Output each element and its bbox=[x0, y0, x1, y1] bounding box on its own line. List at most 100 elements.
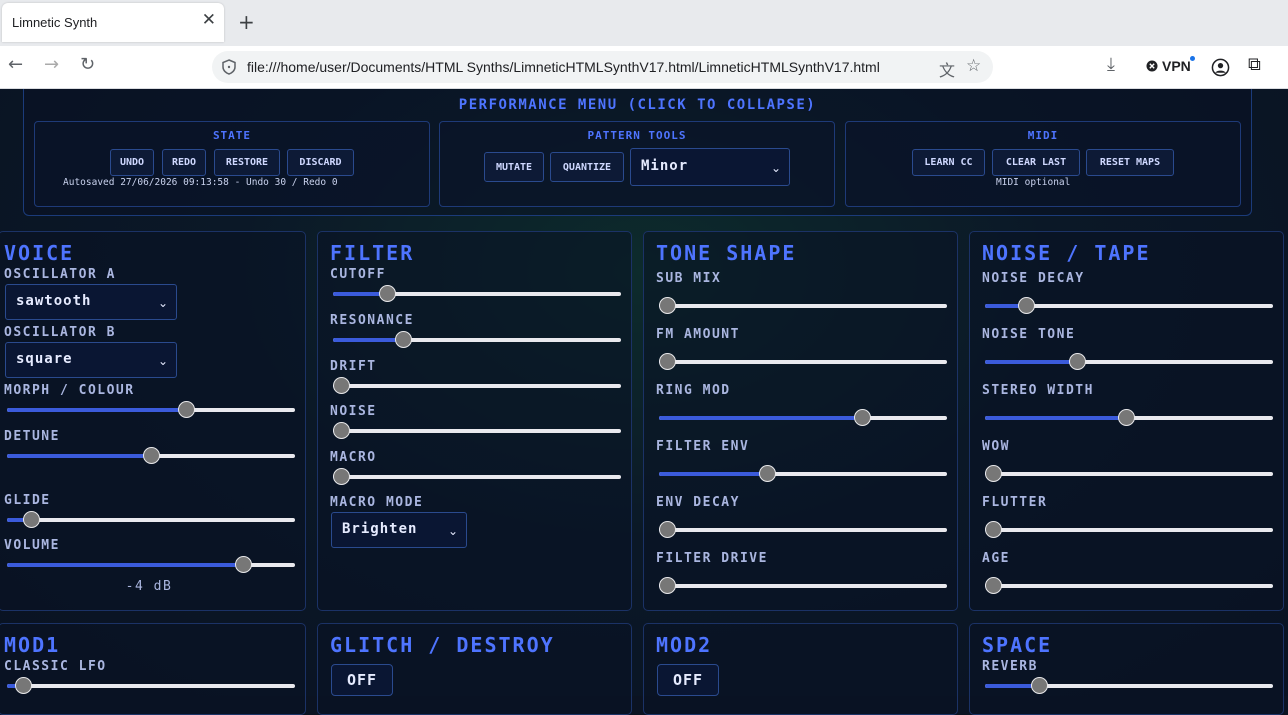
slider-thumb[interactable] bbox=[1069, 353, 1086, 370]
flutter-slider[interactable] bbox=[985, 520, 1273, 540]
discard-button[interactable]: DISCARD bbox=[287, 149, 354, 176]
slider-thumb[interactable] bbox=[759, 465, 777, 482]
slider-thumb[interactable] bbox=[333, 422, 350, 439]
slider-track bbox=[333, 475, 621, 479]
vpn-button[interactable]: VPN bbox=[1162, 58, 1191, 74]
osc-a-value: sawtooth bbox=[16, 293, 92, 309]
slider-thumb[interactable] bbox=[333, 377, 350, 394]
learn-cc-button[interactable]: LEARN CC bbox=[912, 149, 985, 176]
slider-thumb[interactable] bbox=[854, 409, 872, 426]
glitch-toggle-button[interactable]: OFF bbox=[331, 664, 393, 696]
volume-slider[interactable] bbox=[7, 555, 295, 575]
slider-thumb[interactable] bbox=[659, 521, 676, 538]
slider-label: DETUNE bbox=[4, 429, 60, 444]
site-info-icon[interactable] bbox=[221, 59, 237, 75]
slider-thumb[interactable] bbox=[659, 297, 676, 314]
noise-slider[interactable] bbox=[333, 421, 621, 441]
close-icon[interactable]: ✕ bbox=[202, 12, 216, 29]
stereo-width-slider[interactable] bbox=[985, 408, 1273, 428]
slider-label: NOISE DECAY bbox=[982, 271, 1085, 286]
reload-icon[interactable]: ↻ bbox=[80, 56, 95, 74]
slider-label: MORPH / COLOUR bbox=[4, 383, 135, 398]
slider-thumb[interactable] bbox=[1017, 297, 1035, 314]
resonance-slider[interactable] bbox=[333, 330, 621, 350]
quantize-button[interactable]: QUANTIZE bbox=[550, 152, 624, 182]
vpn-icon[interactable] bbox=[1146, 60, 1158, 72]
reset-maps-button[interactable]: RESET MAPS bbox=[1086, 149, 1174, 176]
slider-track bbox=[985, 472, 1273, 476]
reverb-slider[interactable] bbox=[985, 676, 1273, 696]
chevron-down-icon: ⌄ bbox=[157, 296, 168, 310]
slider-thumb[interactable] bbox=[234, 556, 252, 573]
address-bar[interactable]: file:///home/user/Documents/HTML Synths/… bbox=[212, 51, 993, 83]
age-slider[interactable] bbox=[985, 576, 1273, 596]
drift-slider[interactable] bbox=[333, 376, 621, 396]
slider-track bbox=[659, 360, 947, 364]
macro-mode-value: Brighten bbox=[342, 521, 418, 537]
browser-tab[interactable]: Limnetic Synth ✕ bbox=[2, 3, 224, 42]
synth-app: PERFORMANCE MENU (CLICK TO COLLAPSE) STA… bbox=[0, 89, 1288, 715]
macro-mode-select[interactable]: Brighten ⌄ bbox=[331, 512, 467, 548]
noise-tape-title: NOISE / TAPE bbox=[982, 241, 1151, 265]
sub-mix-slider[interactable] bbox=[659, 296, 947, 316]
slider-thumb[interactable] bbox=[333, 468, 350, 485]
slider-track bbox=[7, 518, 295, 522]
ring-mod-slider[interactable] bbox=[659, 408, 947, 428]
slider-thumb[interactable] bbox=[985, 521, 1002, 538]
env-decay-slider[interactable] bbox=[659, 520, 947, 540]
wow-slider[interactable] bbox=[985, 464, 1273, 484]
osc-a-select[interactable]: sawtooth ⌄ bbox=[5, 284, 177, 320]
download-icon[interactable]: ⤓ bbox=[1107, 56, 1115, 74]
performance-menu: PERFORMANCE MENU (CLICK TO COLLAPSE) STA… bbox=[23, 89, 1252, 216]
filter-drive-slider[interactable] bbox=[659, 576, 947, 596]
slider-thumb[interactable] bbox=[23, 511, 41, 528]
slider-thumb[interactable] bbox=[395, 331, 413, 348]
slider-fill bbox=[7, 454, 151, 458]
classic-lfo-slider[interactable] bbox=[7, 676, 295, 696]
mod2-toggle-button[interactable]: OFF bbox=[657, 664, 719, 696]
tone-shape-title: TONE SHAPE bbox=[656, 241, 797, 265]
detune-slider[interactable] bbox=[7, 446, 295, 466]
slider-thumb[interactable] bbox=[142, 447, 160, 464]
mod1-title: MOD1 bbox=[4, 633, 61, 657]
redo-button[interactable]: REDO bbox=[162, 149, 206, 176]
slider-thumb[interactable] bbox=[659, 353, 676, 370]
glide-slider[interactable] bbox=[7, 510, 295, 530]
bookmark-star-icon[interactable]: ☆ bbox=[966, 56, 981, 76]
extensions-icon[interactable]: ⧉ bbox=[1248, 56, 1261, 74]
noise-decay-slider[interactable] bbox=[985, 296, 1273, 316]
volume-readout: -4 dB bbox=[125, 579, 173, 594]
slider-fill bbox=[985, 360, 1078, 364]
slider-thumb[interactable] bbox=[15, 677, 33, 694]
noise-tone-slider[interactable] bbox=[985, 352, 1273, 372]
restore-button[interactable]: RESTORE bbox=[214, 149, 280, 176]
slider-thumb[interactable] bbox=[1117, 409, 1135, 426]
slider-thumb[interactable] bbox=[379, 285, 397, 302]
slider-thumb[interactable] bbox=[177, 401, 195, 418]
back-icon[interactable]: ← bbox=[8, 56, 23, 74]
account-icon[interactable] bbox=[1211, 58, 1230, 77]
menu-icon[interactable]: ⋮ bbox=[1280, 56, 1288, 74]
slider-thumb[interactable] bbox=[1031, 677, 1049, 694]
voice-title: VOICE bbox=[4, 241, 75, 265]
undo-button[interactable]: UNDO bbox=[110, 149, 154, 176]
scale-select[interactable]: Minor ⌄ bbox=[630, 148, 790, 186]
mutate-button[interactable]: MUTATE bbox=[484, 152, 544, 182]
cutoff-slider[interactable] bbox=[333, 284, 621, 304]
osc-b-select[interactable]: square ⌄ bbox=[5, 342, 177, 378]
slider-thumb[interactable] bbox=[985, 465, 1002, 482]
forward-icon[interactable]: → bbox=[44, 56, 59, 74]
slider-label: FILTER DRIVE bbox=[656, 551, 768, 566]
slider-thumb[interactable] bbox=[985, 577, 1002, 594]
new-tab-icon[interactable]: + bbox=[238, 12, 255, 32]
slider-thumb[interactable] bbox=[659, 577, 676, 594]
clear-last-button[interactable]: CLEAR LAST bbox=[992, 149, 1080, 176]
fm-amount-slider[interactable] bbox=[659, 352, 947, 372]
filter-env-slider[interactable] bbox=[659, 464, 947, 484]
performance-menu-title[interactable]: PERFORMANCE MENU (CLICK TO COLLAPSE) bbox=[24, 97, 1251, 113]
filter-panel: FILTER CUTOFF RESONANCE DRIFT NOISE MACR… bbox=[317, 231, 632, 611]
slider-label: NOISE TONE bbox=[982, 327, 1076, 342]
translate-icon[interactable]: 文 bbox=[939, 57, 955, 81]
morph-colour-slider[interactable] bbox=[7, 400, 295, 420]
macro-slider[interactable] bbox=[333, 467, 621, 487]
